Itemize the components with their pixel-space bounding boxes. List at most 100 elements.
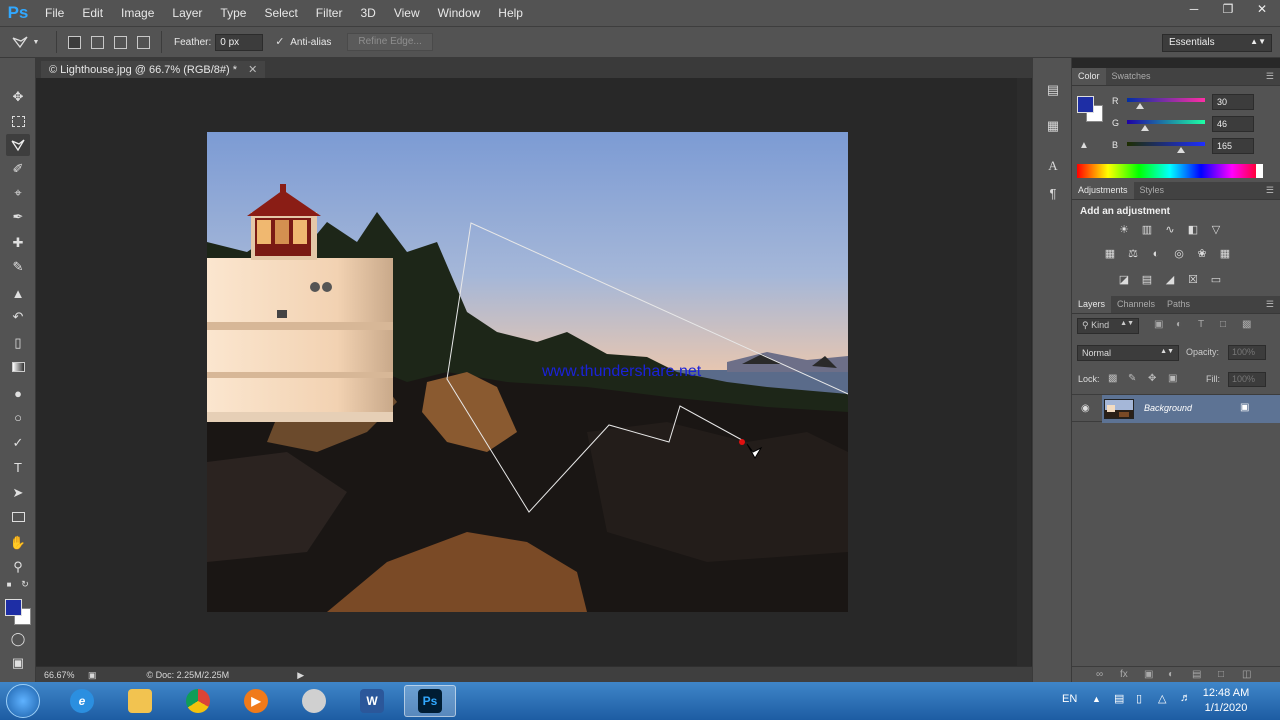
minimize-icon[interactable]: ─ xyxy=(1186,2,1202,16)
new-adjustment-layer-icon[interactable]: ◐ xyxy=(1168,669,1174,680)
paragraph-panel-icon[interactable]: ¶ xyxy=(1043,186,1063,206)
dodge-icon[interactable]: ○ xyxy=(6,406,30,428)
red-slider[interactable]: R 30 xyxy=(1112,94,1272,114)
menu-filter[interactable]: Filter xyxy=(307,0,352,26)
green-slider[interactable]: G 46 xyxy=(1112,116,1272,136)
media-player-icon[interactable]: ▶ xyxy=(230,685,282,717)
blur-icon[interactable]: ● xyxy=(6,382,30,404)
eraser-icon[interactable]: ▯ xyxy=(6,332,30,354)
threshold-icon[interactable]: ◢ xyxy=(1162,272,1178,288)
foreground-color-swatch[interactable] xyxy=(5,599,22,616)
subtract-from-selection-icon[interactable] xyxy=(114,35,127,49)
green-value[interactable]: 46 xyxy=(1212,116,1254,132)
type-icon[interactable]: T xyxy=(6,456,30,478)
history-brush-icon[interactable]: ↶ xyxy=(6,306,30,328)
gradient-map-icon[interactable]: ▭ xyxy=(1208,272,1224,288)
color-lookup-icon[interactable]: ▦ xyxy=(1217,246,1233,262)
tab-channels[interactable]: Channels xyxy=(1111,296,1161,313)
menu-select[interactable]: Select xyxy=(255,0,306,26)
antialias-checkbox[interactable]: ✓ xyxy=(275,36,287,48)
tab-swatches[interactable]: Swatches xyxy=(1106,68,1157,85)
new-group-icon[interactable]: ▤ xyxy=(1192,669,1201,680)
zoom-icon[interactable]: ⚲ xyxy=(6,556,30,578)
tab-color[interactable]: Color xyxy=(1072,68,1106,85)
quick-mask-icon[interactable]: ◯ xyxy=(6,628,30,650)
slider-thumb[interactable] xyxy=(1141,125,1149,131)
invert-icon[interactable]: ◪ xyxy=(1116,272,1132,288)
tab-styles[interactable]: Styles xyxy=(1134,182,1171,199)
chrome-icon[interactable] xyxy=(172,685,224,717)
photoshop-taskbar-icon[interactable]: Ps xyxy=(404,685,456,717)
lock-transparent-icon[interactable]: ▩ xyxy=(1108,373,1117,384)
layer-name[interactable]: Background xyxy=(1144,403,1192,413)
red-value[interactable]: 30 xyxy=(1212,94,1254,110)
vibrance-icon[interactable]: ▽ xyxy=(1208,222,1224,238)
history-panel-icon[interactable]: ▤ xyxy=(1043,82,1063,102)
app-icon[interactable] xyxy=(288,685,340,717)
fill-input[interactable]: 100% xyxy=(1228,372,1266,387)
restore-icon[interactable]: ❐ xyxy=(1220,2,1236,16)
word-icon[interactable]: W xyxy=(346,685,398,717)
file-explorer-icon[interactable] xyxy=(114,685,166,717)
color-balance-icon[interactable]: ⚖ xyxy=(1125,246,1141,262)
lock-all-icon[interactable]: ▣ xyxy=(1168,373,1177,384)
pen-icon[interactable]: ✓ xyxy=(6,432,30,454)
channel-mixer-icon[interactable]: ❀ xyxy=(1194,246,1210,262)
add-to-selection-icon[interactable] xyxy=(91,35,104,49)
lock-image-icon[interactable]: ✎ xyxy=(1128,373,1136,384)
close-icon[interactable]: ✕ xyxy=(1254,2,1270,16)
black-white-icon[interactable]: ◐ xyxy=(1148,246,1164,262)
spot-healing-icon[interactable]: ✚ xyxy=(6,232,30,254)
hue-saturation-icon[interactable]: ▦ xyxy=(1102,246,1118,262)
properties-panel-icon[interactable]: ▦ xyxy=(1043,118,1063,138)
menu-help[interactable]: Help xyxy=(489,0,532,26)
refine-edge-button[interactable]: Refine Edge... xyxy=(347,33,433,51)
wifi-icon[interactable]: △ xyxy=(1158,692,1166,705)
type-filter-icon[interactable]: T xyxy=(1198,319,1204,330)
swap-colors-icon[interactable]: ↻ xyxy=(18,578,32,590)
close-tab-icon[interactable]: ✕ xyxy=(248,64,257,76)
clock[interactable]: 12:48 AM 1/1/2020 xyxy=(1196,686,1256,716)
language-indicator[interactable]: EN xyxy=(1062,693,1077,705)
lock-position-icon[interactable]: ✥ xyxy=(1148,373,1156,384)
menu-image[interactable]: Image xyxy=(112,0,163,26)
status-info-icon[interactable]: ▣ xyxy=(88,670,97,681)
eyedropper-icon[interactable]: ✒ xyxy=(6,206,30,228)
blue-value[interactable]: 165 xyxy=(1212,138,1254,154)
quick-selection-icon[interactable]: ✐ xyxy=(6,158,30,180)
path-selection-icon[interactable]: ➤ xyxy=(6,482,30,504)
layer-style-icon[interactable]: fx xyxy=(1120,669,1128,680)
tool-preset-picker[interactable]: ▼ xyxy=(0,35,50,49)
panel-menu-icon[interactable]: ☰ xyxy=(1266,185,1274,196)
battery-icon[interactable]: ▯ xyxy=(1136,692,1142,705)
marquee-icon[interactable] xyxy=(6,110,30,132)
tab-paths[interactable]: Paths xyxy=(1161,296,1196,313)
layer-row[interactable]: ◉ Background ▣ xyxy=(1072,394,1280,423)
kind-filter-select[interactable]: ⚲ Kind ▲▼ xyxy=(1077,318,1139,334)
slider-thumb[interactable] xyxy=(1177,147,1185,153)
smart-object-filter-icon[interactable]: ▩ xyxy=(1242,319,1251,330)
slider-thumb[interactable] xyxy=(1136,103,1144,109)
menu-window[interactable]: Window xyxy=(429,0,490,26)
move-icon[interactable]: ✥ xyxy=(6,86,30,108)
posterize-icon[interactable]: ▤ xyxy=(1139,272,1155,288)
rectangle-icon[interactable] xyxy=(6,506,30,528)
volume-icon[interactable]: ♬ xyxy=(1180,692,1191,704)
clone-stamp-icon[interactable]: ▲ xyxy=(6,282,30,304)
white-swatch[interactable] xyxy=(1256,164,1263,178)
workspace-select[interactable]: Essentials ▲▼ xyxy=(1162,34,1272,52)
selective-color-icon[interactable]: ☒ xyxy=(1185,272,1201,288)
menu-edit[interactable]: Edit xyxy=(73,0,112,26)
gradient-icon[interactable] xyxy=(6,356,30,378)
vertical-scrollbar[interactable] xyxy=(1017,78,1031,666)
eye-icon[interactable]: ◉ xyxy=(1081,403,1090,414)
internet-explorer-icon[interactable]: e xyxy=(56,685,108,717)
feather-input[interactable]: 0 px xyxy=(215,33,264,51)
tab-adjustments[interactable]: Adjustments xyxy=(1072,182,1134,199)
intersect-selection-icon[interactable] xyxy=(137,35,150,49)
photo-filter-icon[interactable]: ◎ xyxy=(1171,246,1187,262)
image-canvas[interactable]: www.thundershare.net xyxy=(207,132,848,612)
menu-layer[interactable]: Layer xyxy=(163,0,211,26)
curves-icon[interactable]: ∿ xyxy=(1162,222,1178,238)
brightness-contrast-icon[interactable]: ☀ xyxy=(1116,222,1132,238)
